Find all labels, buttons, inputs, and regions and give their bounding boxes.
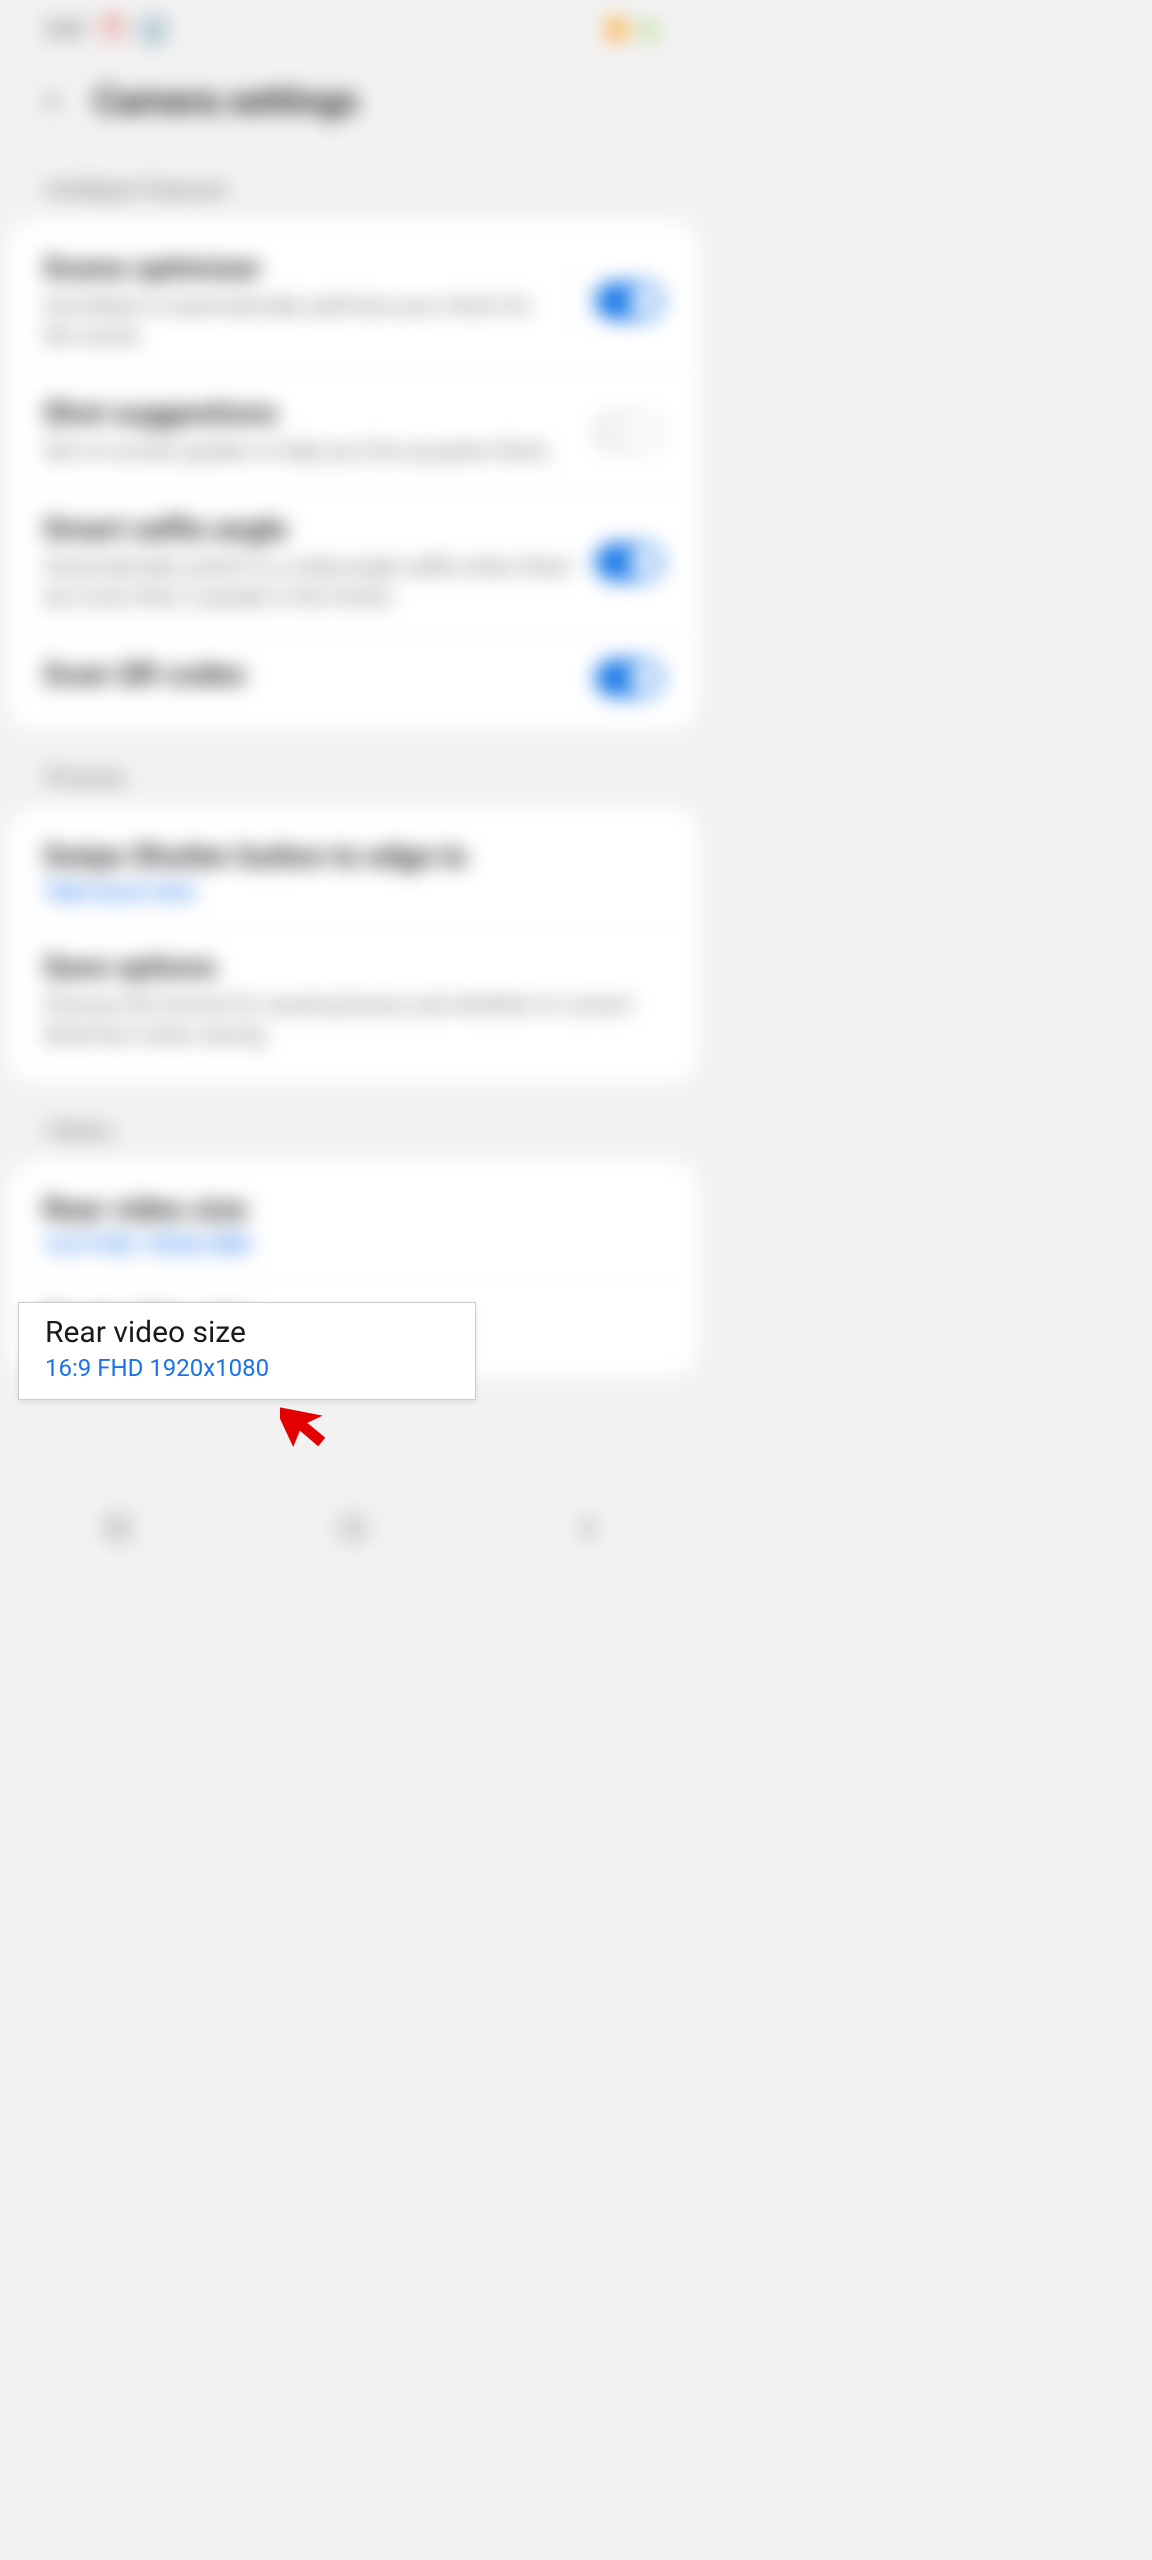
highlight-value: 16:9 FHD 1920x1080 [45,1354,449,1382]
divider [574,266,575,336]
recent-apps-icon[interactable] [104,1514,132,1542]
cursor-arrow-icon [280,1390,340,1460]
refresh-icon: 🔄 [139,18,166,43]
section-label-pictures: Pictures [0,750,706,807]
section-label-videos: Videos [0,1103,706,1160]
row-title: Shot suggestions [43,396,575,431]
row-title: Swipe Shutter button to edge to [43,839,643,874]
row-title: Smart selfie angle [43,512,575,547]
row-subtitle: Automatically switch to a wide-angle sel… [43,553,575,612]
toggle-scan-qr[interactable] [595,659,663,697]
row-subtitle: Use Bixby to automatically optimize your… [43,292,534,351]
card-intelligent: Scene optimizer Use Bixby to automatical… [8,219,698,730]
row-title: Scan QR codes [43,657,575,692]
card-pictures: Swipe Shutter button to edge to Take bur… [8,807,698,1082]
toggle-scene-optimizer[interactable] [595,282,663,320]
toggle-shot-suggestions[interactable] [595,413,663,451]
row-subtitle: Get on-screen guides to help you line up… [43,437,575,467]
signal-icon: 📶 [606,20,628,41]
row-title: Scene optimizer [43,251,534,286]
section-label-intelligent: Intelligent features [0,162,706,219]
page-title: Camera settings [94,80,359,122]
home-icon[interactable] [339,1514,367,1542]
row-title: Rear video size [43,1192,643,1227]
row-value: Take burst shot [43,880,643,905]
header: Camera settings [0,60,706,162]
toggle-smart-selfie[interactable] [595,543,663,581]
nav-bar [0,1488,706,1568]
row-subtitle: Choose the format for saved pictures and… [43,991,643,1050]
row-smart-selfie[interactable]: Smart selfie angle Automatically switch … [8,490,698,635]
row-value: 16:9 FHD 1920x1080 [43,1233,643,1258]
highlight-title: Rear video size [45,1315,449,1350]
status-bar: 3:51 ⏰ 🔄 📶 🔋 [0,0,706,60]
back-nav-icon[interactable] [574,1514,602,1542]
highlight-rear-video[interactable]: Rear video size 16:9 FHD 1920x1080 [18,1302,476,1400]
row-shot-suggestions[interactable]: Shot suggestions Get on-screen guides to… [8,374,698,490]
row-swipe-shutter[interactable]: Swipe Shutter button to edge to Take bur… [8,817,698,928]
back-icon[interactable] [40,89,64,113]
battery-icon: 🔋 [639,20,661,41]
alarm-icon: ⏰ [99,18,126,43]
status-time: 3:51 [45,18,87,43]
row-scene-optimizer[interactable]: Scene optimizer Use Bixby to automatical… [8,229,698,374]
row-save-options[interactable]: Save options Choose the format for saved… [8,928,698,1072]
row-title: Save options [43,950,643,985]
row-rear-video[interactable]: Rear video size 16:9 FHD 1920x1080 [8,1170,698,1281]
row-scan-qr[interactable]: Scan QR codes [8,635,698,720]
